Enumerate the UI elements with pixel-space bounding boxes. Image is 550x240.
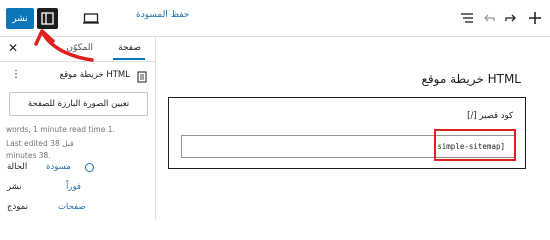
undo-button[interactable] <box>480 9 498 27</box>
preview-device-button[interactable] <box>82 8 100 28</box>
add-block-button[interactable] <box>526 9 544 27</box>
undo-icon <box>484 14 495 22</box>
publish-button[interactable]: نشر <box>6 8 34 29</box>
sidebar-panel-icon <box>41 12 54 25</box>
template-label: نموذج <box>7 202 28 212</box>
desktop-device-icon <box>83 13 99 24</box>
page-icon <box>137 71 147 83</box>
last-edited-text-cont: minutes 38. <box>6 151 51 160</box>
draft-status-icon <box>85 163 94 172</box>
list-view-button[interactable] <box>458 9 476 27</box>
shortcode-block-label: [/] كود قصير <box>467 111 513 121</box>
redo-button[interactable] <box>502 9 520 27</box>
template-row: نموذج صفحات <box>0 202 155 216</box>
shortcode-block[interactable]: [/] كود قصير [simple-sitemap] <box>168 97 526 169</box>
publish-label: نشر <box>7 182 22 192</box>
document-title: خريطة موقع HTML <box>59 70 130 80</box>
settings-panel-button[interactable] <box>37 8 58 29</box>
settings-sidebar: ✕ المكوّن صفحة ⋮ خريطة موقع HTML تعيين ا… <box>0 37 156 220</box>
publish-row: نشر فوراً <box>0 182 155 196</box>
sidebar-tabs: ✕ المكوّن صفحة <box>0 37 155 62</box>
tab-page[interactable]: صفحة <box>118 43 141 53</box>
active-tab-indicator <box>113 58 145 60</box>
shortcode-value: [simple-sitemap] <box>432 142 505 151</box>
tab-block[interactable]: المكوّن <box>66 43 93 53</box>
status-value[interactable]: مسودة <box>46 162 71 172</box>
close-icon[interactable]: ✕ <box>8 41 18 55</box>
shortcode-icon: [/] <box>467 111 477 121</box>
add-block-icon <box>529 12 541 24</box>
page-title[interactable]: خريطة موقع HTML <box>422 72 521 86</box>
status-row: الحالة مسودة <box>0 162 155 176</box>
editor-canvas: خريطة موقع HTML [/] كود قصير [simple-sit… <box>156 37 550 220</box>
template-value[interactable]: صفحات <box>58 202 86 212</box>
publish-value[interactable]: فوراً <box>66 182 81 192</box>
set-featured-image-button[interactable]: تعيين الصورة البارزة للصفحة <box>9 92 148 116</box>
word-count-text: words, 1 minute read time 1. <box>6 125 115 134</box>
list-view-icon <box>461 13 473 23</box>
redo-icon <box>505 14 516 22</box>
document-more-icon[interactable]: ⋮ <box>11 69 21 80</box>
editor-toolbar: ⋮ نشر حفظ المسودة <box>0 0 550 37</box>
save-draft-button[interactable]: حفظ المسودة <box>136 10 189 20</box>
last-edited-text: Last edited قبل 38 <box>6 139 74 148</box>
document-summary: ⋮ خريطة موقع HTML <box>0 69 155 85</box>
shortcode-input[interactable]: [simple-sitemap] <box>181 135 515 158</box>
status-label: الحالة <box>7 162 28 172</box>
shortcode-label-text: كود قصير <box>479 111 513 121</box>
